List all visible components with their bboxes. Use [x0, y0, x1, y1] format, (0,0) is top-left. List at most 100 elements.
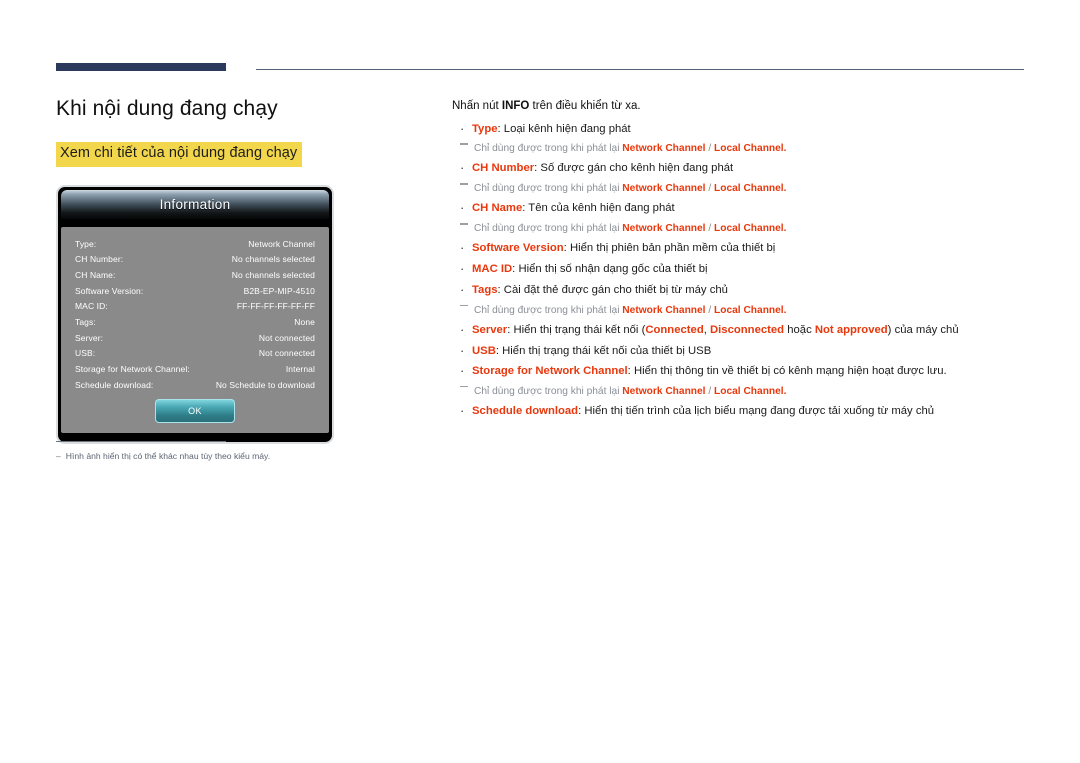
- dialog-row: Schedule download: No Schedule to downloa…: [72, 377, 318, 393]
- bullet-term: CH Name: [472, 202, 523, 215]
- subnote-keyword-network-channel: Network Channel: [622, 223, 706, 235]
- dialog-row: Type: Network Channel: [72, 236, 318, 252]
- dialog-row-value: No channels selected: [231, 254, 315, 265]
- intro-before: Nhấn nút: [452, 100, 502, 112]
- dialog-bottom-edge: [61, 432, 329, 439]
- info-button-keyword: INFO: [501, 100, 530, 112]
- subnote-dash-icon: [460, 183, 468, 185]
- dialog-row-label: Storage for Network Channel:: [75, 364, 190, 375]
- bullet-description: : Cài đặt thẻ được gán cho thiết bị từ m…: [497, 283, 728, 296]
- bullet-term: Tags: [472, 283, 498, 296]
- dialog-title: Information: [61, 190, 329, 219]
- bullet-item: Tags: Cài đặt thẻ được gán cho thiết bị …: [452, 282, 1028, 299]
- dialog-row-value: B2B-EP-MIP-4510: [243, 285, 315, 296]
- dialog-row-value: Internal: [285, 364, 315, 375]
- bullet-term: Type: [472, 122, 498, 135]
- subnote-keyword-local-channel: Local Channel: [714, 223, 784, 235]
- subnote-prefix: Chỉ dùng được trong khi phát lại: [474, 183, 623, 195]
- bullet-subnote: Chỉ dùng được trong khi phát lại Network…: [452, 182, 1028, 195]
- subnote-dash-icon: [460, 304, 468, 307]
- bullet-item: Server: Hiển thị trạng thái kết nối (Con…: [452, 322, 1028, 339]
- intro-after: trên điều khiển từ xa.: [529, 100, 641, 112]
- dialog-row-value: Not connected: [258, 348, 315, 359]
- figure-footnote: – Hình ảnh hiển thị có thể khác nhau tùy…: [56, 441, 356, 462]
- bullet-item: USB: Hiển thị trạng thái kết nối của thi…: [452, 343, 1028, 360]
- dialog-row-list: Type: Network Channel CH Number: No channel…: [72, 236, 318, 393]
- bullet-term: Storage for Network Channel: [472, 365, 628, 378]
- dialog-row-label: USB:: [75, 348, 96, 359]
- subnote-suffix: .: [783, 143, 787, 155]
- subnote-suffix: .: [783, 223, 787, 235]
- dialog-row-value: No channels selected: [231, 269, 315, 280]
- header-divider-line: [256, 69, 1024, 70]
- dialog-row-label: Server:: [75, 332, 104, 343]
- dialog-row-label: Tags:: [75, 317, 96, 328]
- dialog-body: Type: Network Channel CH Number: No channel…: [61, 227, 329, 433]
- status-connected: Connected: [645, 323, 704, 336]
- dialog-row-label: CH Name:: [75, 269, 116, 280]
- right-column: Nhấn nút INFO trên điều khiển từ xa. Typ…: [452, 99, 1028, 425]
- dialog-row-label: Software Version:: [75, 285, 144, 296]
- bullet-item: Software Version: Hiển thị phiên bản phầ…: [452, 240, 1028, 257]
- dialog-row: Tags: None: [72, 314, 318, 330]
- subnote-keyword-network-channel: Network Channel: [622, 385, 706, 397]
- ok-button[interactable]: OK: [155, 398, 235, 423]
- dialog-row-value: FF-FF-FF-FF-FF-FF: [236, 301, 315, 312]
- bullet-term: Server: [472, 323, 508, 336]
- dialog-row: USB: Not connected: [72, 346, 318, 362]
- subnote-suffix: .: [783, 183, 787, 195]
- dialog-row-value: Not connected: [258, 332, 315, 343]
- footnote-line: – Hình ảnh hiển thị có thể khác nhau tùy…: [56, 451, 356, 462]
- bullet-term: USB: [472, 344, 496, 357]
- bullet-subnote: Chỉ dùng được trong khi phát lại Network…: [452, 142, 1028, 155]
- subnote-separator: /: [705, 304, 715, 316]
- dialog-row: MAC ID: FF-FF-FF-FF-FF-FF: [72, 299, 318, 315]
- subnote-prefix: Chỉ dùng được trong khi phát lại: [474, 143, 623, 155]
- bullet-item: Type: Loại kênh hiện đang phát: [452, 121, 1028, 138]
- subnote-prefix: Chỉ dùng được trong khi phát lại: [474, 304, 623, 316]
- subnote-keyword-local-channel: Local Channel: [714, 385, 784, 397]
- bullet-term: Schedule download: [472, 405, 579, 418]
- footnote-text: Hình ảnh hiển thị có thể khác nhau tùy t…: [65, 451, 271, 461]
- subnote-prefix: Chỉ dùng được trong khi phát lại: [474, 223, 623, 235]
- bullet-item: Schedule download: Hiển thị tiến trình c…: [452, 403, 1028, 420]
- bullet-description: : Hiển thị tiến trình của lịch biểu mạng…: [578, 405, 935, 418]
- dialog-row: Server: Not connected: [72, 330, 318, 346]
- information-dialog: Information Type: Network Channel CH Numbe…: [56, 185, 334, 444]
- dialog-title-underbar: [61, 219, 329, 227]
- subnote-separator: /: [705, 223, 715, 235]
- bullet-description: : Tên của kênh hiện đang phát: [522, 202, 675, 215]
- section-heading-highlight: Xem chi tiết của nội dung đang chạy: [56, 142, 303, 167]
- bullet-term: CH Number: [472, 162, 535, 175]
- intro-line: Nhấn nút INFO trên điều khiển từ xa.: [452, 99, 1028, 115]
- bullet-list: Type: Loại kênh hiện đang phát Chỉ dùng đ…: [452, 121, 1028, 420]
- subnote-keyword-local-channel: Local Channel: [714, 183, 784, 195]
- page-title: Khi nội dung đang chạy: [56, 97, 278, 120]
- bullet-description: : Số được gán cho kênh hiện đang phát: [534, 162, 734, 175]
- footnote-dash: –: [56, 451, 61, 461]
- bullet-item: CH Name: Tên của kênh hiện đang phát: [452, 200, 1028, 217]
- server-or: hoặc: [784, 323, 815, 336]
- subnote-keyword-network-channel: Network Channel: [622, 143, 706, 155]
- subnote-suffix: .: [783, 385, 787, 397]
- subnote-keyword-local-channel: Local Channel: [714, 304, 784, 316]
- bullet-term: MAC ID: [472, 263, 513, 276]
- dialog-row-label: MAC ID:: [75, 301, 108, 312]
- subnote-suffix: .: [783, 304, 787, 316]
- bullet-term: Software Version: [472, 242, 564, 255]
- dialog-row-value: Network Channel: [248, 238, 315, 249]
- bullet-item: MAC ID: Hiển thị số nhận dạng gốc của th…: [452, 261, 1028, 278]
- bullet-description: : Hiển thị trạng thái kết nối của thiết …: [495, 344, 712, 357]
- subnote-separator: /: [705, 143, 715, 155]
- dialog-button-row: OK: [72, 392, 318, 426]
- subnote-keyword-local-channel: Local Channel: [714, 143, 784, 155]
- bullet-subnote: Chỉ dùng được trong khi phát lại Network…: [452, 304, 1028, 317]
- subnote-prefix: Chỉ dùng được trong khi phát lại: [474, 385, 623, 397]
- bullet-description: : Hiển thị thông tin về thiết bị có kênh…: [627, 365, 947, 378]
- dialog-row-label: Type:: [75, 238, 97, 249]
- dialog-row: CH Name: No channels selected: [72, 267, 318, 283]
- subnote-dash-icon: [460, 143, 468, 145]
- bullet-description: : Hiển thị phiên bản phần mềm của thiết …: [563, 242, 776, 255]
- dialog-row-label: Schedule download:: [75, 379, 154, 390]
- status-disconnected: Disconnected: [710, 323, 785, 336]
